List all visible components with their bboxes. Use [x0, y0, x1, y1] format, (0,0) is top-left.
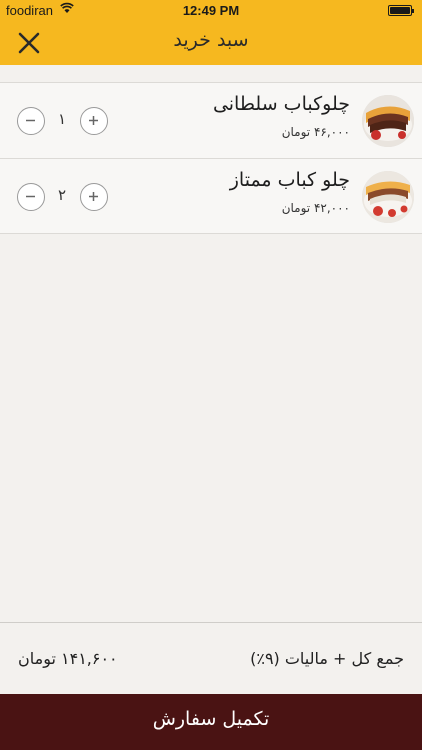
- increase-quantity-button[interactable]: [80, 107, 108, 135]
- status-bar: foodiran 12:49 PM: [0, 0, 422, 20]
- minus-icon: [26, 195, 35, 198]
- item-quantity: ۲: [57, 186, 67, 204]
- item-name: چلوکباب سلطانی: [212, 93, 350, 115]
- decrease-quantity-button[interactable]: [17, 107, 45, 135]
- app-header: سبد خرید: [0, 20, 422, 65]
- decrease-quantity-button[interactable]: [17, 183, 45, 211]
- plus-icon: [89, 192, 98, 201]
- increase-quantity-button[interactable]: [80, 183, 108, 211]
- minus-icon: [26, 119, 35, 122]
- cart-item: چلوکباب سلطانی ۴۶,۰۰۰ تومان ۱: [0, 82, 422, 158]
- complete-order-button[interactable]: تکمیل سفارش: [0, 694, 422, 750]
- item-price: ۴۶,۰۰۰ تومان: [281, 125, 350, 139]
- kebab-dish-image: [362, 171, 414, 223]
- item-quantity: ۱: [57, 110, 67, 128]
- item-price: ۴۲,۰۰۰ تومان: [281, 201, 350, 215]
- item-name: چلو کباب ممتاز: [229, 169, 350, 191]
- cart-item: چلو کباب ممتاز ۴۲,۰۰۰ تومان ۲: [0, 158, 422, 234]
- total-value: ۱۴۱,۶۰۰ تومان: [18, 649, 118, 668]
- cart-list: چلوکباب سلطانی ۴۶,۰۰۰ تومان ۱ چلو کباب م…: [0, 82, 422, 234]
- complete-order-label: تکمیل سفارش: [152, 708, 270, 730]
- total-bar: جمع کل + مالیات (۹٪) ۱۴۱,۶۰۰ تومان: [0, 622, 422, 694]
- battery-icon: [388, 5, 414, 16]
- kebab-dish-image: [362, 95, 414, 147]
- status-time: 12:49 PM: [182, 3, 240, 18]
- page-title: سبد خرید: [173, 29, 249, 51]
- total-label: جمع کل + مالیات (۹٪): [250, 649, 404, 668]
- plus-icon: [89, 116, 98, 125]
